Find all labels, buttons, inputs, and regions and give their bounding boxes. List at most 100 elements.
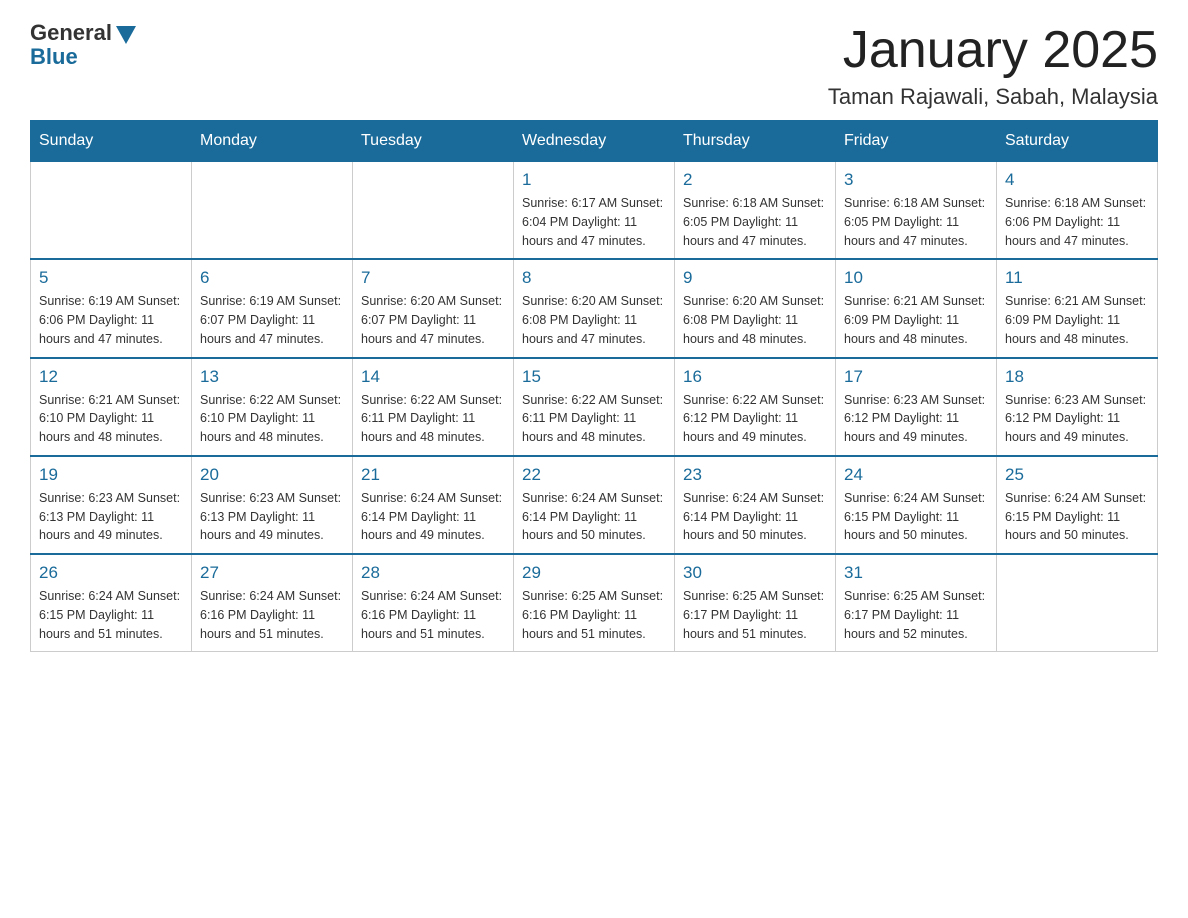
calendar-cell [31, 161, 192, 259]
day-info: Sunrise: 6:19 AM Sunset: 6:06 PM Dayligh… [39, 292, 183, 348]
day-number: 18 [1005, 367, 1149, 387]
day-info: Sunrise: 6:24 AM Sunset: 6:14 PM Dayligh… [361, 489, 505, 545]
logo: General Blue [30, 20, 136, 70]
day-number: 19 [39, 465, 183, 485]
calendar-cell: 30 Sunrise: 6:25 AM Sunset: 6:17 PM Dayli… [675, 554, 836, 652]
day-number: 25 [1005, 465, 1149, 485]
calendar-cell: 18Sunrise: 6:23 AM Sunset: 6:12 PM Dayli… [997, 358, 1158, 456]
calendar-cell: 11Sunrise: 6:21 AM Sunset: 6:09 PM Dayli… [997, 259, 1158, 357]
calendar-cell: 13 Sunrise: 6:22 AM Sunset: 6:10 PM Dayli… [192, 358, 353, 456]
day-number: 8 [522, 268, 666, 288]
day-info: Sunrise: 6:22 AM Sunset: 6:10 PM Dayligh… [200, 391, 344, 447]
day-info: Sunrise: 6:24 AM Sunset: 6:14 PM Dayligh… [522, 489, 666, 545]
calendar-cell: 4 Sunrise: 6:18 AM Sunset: 6:06 PM Daylig… [997, 161, 1158, 259]
day-info: Sunrise: 6:25 AM Sunset: 6:16 PM Dayligh… [522, 587, 666, 643]
day-info: Sunrise: 6:24 AM Sunset: 6:16 PM Dayligh… [200, 587, 344, 643]
location-title: Taman Rajawali, Sabah, Malaysia [828, 84, 1158, 110]
calendar-cell: 6 Sunrise: 6:19 AM Sunset: 6:07 PM Daylig… [192, 259, 353, 357]
day-number: 14 [361, 367, 505, 387]
day-info: Sunrise: 6:18 AM Sunset: 6:06 PM Dayligh… [1005, 194, 1149, 250]
title-area: January 2025 Taman Rajawali, Sabah, Mala… [828, 20, 1158, 110]
day-number: 24 [844, 465, 988, 485]
calendar-cell [192, 161, 353, 259]
day-info: Sunrise: 6:20 AM Sunset: 6:08 PM Dayligh… [683, 292, 827, 348]
calendar-cell: 29 Sunrise: 6:25 AM Sunset: 6:16 PM Dayli… [514, 554, 675, 652]
day-info: Sunrise: 6:19 AM Sunset: 6:07 PM Dayligh… [200, 292, 344, 348]
logo-blue-text: Blue [30, 44, 78, 70]
day-info: Sunrise: 6:22 AM Sunset: 6:11 PM Dayligh… [522, 391, 666, 447]
day-info: Sunrise: 6:22 AM Sunset: 6:11 PM Dayligh… [361, 391, 505, 447]
calendar-cell: 8 Sunrise: 6:20 AM Sunset: 6:08 PM Daylig… [514, 259, 675, 357]
day-info: Sunrise: 6:25 AM Sunset: 6:17 PM Dayligh… [683, 587, 827, 643]
day-number: 2 [683, 170, 827, 190]
day-number: 27 [200, 563, 344, 583]
day-info: Sunrise: 6:24 AM Sunset: 6:15 PM Dayligh… [844, 489, 988, 545]
day-number: 26 [39, 563, 183, 583]
day-info: Sunrise: 6:23 AM Sunset: 6:12 PM Dayligh… [844, 391, 988, 447]
calendar-cell: 1Sunrise: 6:17 AM Sunset: 6:04 PM Daylig… [514, 161, 675, 259]
calendar-cell: 27 Sunrise: 6:24 AM Sunset: 6:16 PM Dayli… [192, 554, 353, 652]
day-number: 4 [1005, 170, 1149, 190]
day-number: 30 [683, 563, 827, 583]
day-number: 15 [522, 367, 666, 387]
day-number: 12 [39, 367, 183, 387]
weekday-header-friday: Friday [836, 121, 997, 161]
day-number: 23 [683, 465, 827, 485]
calendar-week-row: 26 Sunrise: 6:24 AM Sunset: 6:15 PM Dayli… [31, 554, 1158, 652]
day-number: 5 [39, 268, 183, 288]
day-number: 28 [361, 563, 505, 583]
day-number: 9 [683, 268, 827, 288]
calendar-cell: 14 Sunrise: 6:22 AM Sunset: 6:11 PM Dayli… [353, 358, 514, 456]
calendar-cell [997, 554, 1158, 652]
calendar-cell: 20Sunrise: 6:23 AM Sunset: 6:13 PM Dayli… [192, 456, 353, 554]
day-number: 10 [844, 268, 988, 288]
day-info: Sunrise: 6:24 AM Sunset: 6:15 PM Dayligh… [39, 587, 183, 643]
calendar-cell: 22 Sunrise: 6:24 AM Sunset: 6:14 PM Dayli… [514, 456, 675, 554]
weekday-header-wednesday: Wednesday [514, 121, 675, 161]
month-title: January 2025 [828, 20, 1158, 80]
day-number: 7 [361, 268, 505, 288]
calendar-cell: 19 Sunrise: 6:23 AM Sunset: 6:13 PM Dayli… [31, 456, 192, 554]
calendar-header-row: SundayMondayTuesdayWednesdayThursdayFrid… [31, 121, 1158, 161]
calendar-table: SundayMondayTuesdayWednesdayThursdayFrid… [30, 120, 1158, 652]
day-number: 11 [1005, 268, 1149, 288]
calendar-cell: 15 Sunrise: 6:22 AM Sunset: 6:11 PM Dayli… [514, 358, 675, 456]
day-info: Sunrise: 6:20 AM Sunset: 6:07 PM Dayligh… [361, 292, 505, 348]
weekday-header-sunday: Sunday [31, 121, 192, 161]
calendar-week-row: 12Sunrise: 6:21 AM Sunset: 6:10 PM Dayli… [31, 358, 1158, 456]
calendar-cell: 7 Sunrise: 6:20 AM Sunset: 6:07 PM Daylig… [353, 259, 514, 357]
weekday-header-tuesday: Tuesday [353, 121, 514, 161]
calendar-cell: 17 Sunrise: 6:23 AM Sunset: 6:12 PM Dayli… [836, 358, 997, 456]
day-number: 29 [522, 563, 666, 583]
day-number: 6 [200, 268, 344, 288]
calendar-cell: 3 Sunrise: 6:18 AM Sunset: 6:05 PM Daylig… [836, 161, 997, 259]
day-info: Sunrise: 6:23 AM Sunset: 6:13 PM Dayligh… [200, 489, 344, 545]
day-info: Sunrise: 6:20 AM Sunset: 6:08 PM Dayligh… [522, 292, 666, 348]
calendar-week-row: 5 Sunrise: 6:19 AM Sunset: 6:06 PM Daylig… [31, 259, 1158, 357]
day-info: Sunrise: 6:25 AM Sunset: 6:17 PM Dayligh… [844, 587, 988, 643]
day-number: 16 [683, 367, 827, 387]
day-info: Sunrise: 6:18 AM Sunset: 6:05 PM Dayligh… [844, 194, 988, 250]
weekday-header-thursday: Thursday [675, 121, 836, 161]
page-header: General Blue January 2025 Taman Rajawali… [30, 20, 1158, 110]
calendar-cell: 16 Sunrise: 6:22 AM Sunset: 6:12 PM Dayli… [675, 358, 836, 456]
calendar-cell: 12Sunrise: 6:21 AM Sunset: 6:10 PM Dayli… [31, 358, 192, 456]
weekday-header-saturday: Saturday [997, 121, 1158, 161]
day-number: 3 [844, 170, 988, 190]
calendar-cell: 25 Sunrise: 6:24 AM Sunset: 6:15 PM Dayli… [997, 456, 1158, 554]
calendar-cell: 9 Sunrise: 6:20 AM Sunset: 6:08 PM Daylig… [675, 259, 836, 357]
day-info: Sunrise: 6:22 AM Sunset: 6:12 PM Dayligh… [683, 391, 827, 447]
logo-triangle-icon [116, 26, 136, 44]
day-number: 13 [200, 367, 344, 387]
calendar-cell: 28Sunrise: 6:24 AM Sunset: 6:16 PM Dayli… [353, 554, 514, 652]
day-number: 31 [844, 563, 988, 583]
calendar-cell: 2 Sunrise: 6:18 AM Sunset: 6:05 PM Daylig… [675, 161, 836, 259]
day-info: Sunrise: 6:23 AM Sunset: 6:13 PM Dayligh… [39, 489, 183, 545]
day-info: Sunrise: 6:21 AM Sunset: 6:09 PM Dayligh… [844, 292, 988, 348]
calendar-cell: 24 Sunrise: 6:24 AM Sunset: 6:15 PM Dayli… [836, 456, 997, 554]
day-number: 22 [522, 465, 666, 485]
logo-general-text: General [30, 20, 112, 46]
day-number: 17 [844, 367, 988, 387]
day-info: Sunrise: 6:18 AM Sunset: 6:05 PM Dayligh… [683, 194, 827, 250]
day-info: Sunrise: 6:24 AM Sunset: 6:15 PM Dayligh… [1005, 489, 1149, 545]
